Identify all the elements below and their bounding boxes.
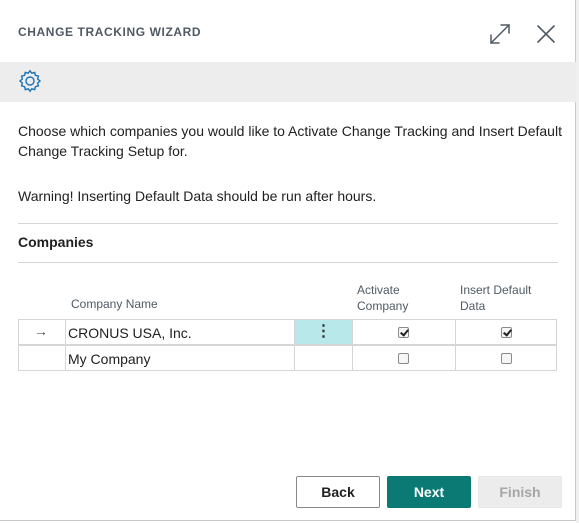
next-button[interactable]: Next	[387, 476, 471, 508]
section-title-companies: Companies	[18, 234, 94, 250]
column-header-insert-default-data[interactable]: Insert Default Data	[460, 282, 531, 314]
back-button[interactable]: Back	[296, 476, 380, 508]
instructions-text: Choose which companies you would like to…	[18, 123, 562, 159]
column-header-activate-line2: Company	[357, 299, 409, 313]
table-row[interactable]: → CRONUS USA, Inc. ⋮	[18, 319, 557, 345]
action-toolbar	[0, 62, 576, 102]
insert-default-data-checkbox[interactable]	[501, 353, 512, 364]
activate-company-checkbox[interactable]	[398, 327, 409, 338]
column-header-activate-company[interactable]: Activate Company	[357, 282, 408, 314]
row-actions-icon[interactable]: ⋮	[295, 320, 352, 344]
divider	[18, 262, 558, 263]
activate-company-checkbox[interactable]	[398, 353, 409, 364]
finish-button[interactable]: Finish	[478, 476, 562, 508]
company-name-cell[interactable]: My Company	[68, 351, 150, 367]
dialog-title: CHANGE TRACKING WIZARD	[18, 25, 202, 39]
expand-icon[interactable]	[488, 22, 512, 46]
row-selected-arrow-icon: →	[34, 323, 48, 339]
close-icon[interactable]	[534, 22, 558, 46]
company-name-cell[interactable]: CRONUS USA, Inc.	[68, 325, 192, 341]
divider	[18, 223, 558, 224]
column-header-activate-line1: Activate	[357, 283, 400, 297]
column-header-insert-line2: Data	[460, 299, 486, 313]
table-row[interactable]: My Company	[18, 345, 557, 371]
warning-text: Warning! Inserting Default Data should b…	[18, 188, 377, 204]
wizard-dialog: CHANGE TRACKING WIZARD Choose which comp…	[0, 0, 576, 521]
insert-default-data-checkbox[interactable]	[501, 327, 512, 338]
column-header-insert-line1: Insert Default	[460, 283, 532, 297]
column-header-company-name[interactable]: Company Name	[71, 296, 158, 312]
gear-icon[interactable]	[18, 69, 42, 93]
